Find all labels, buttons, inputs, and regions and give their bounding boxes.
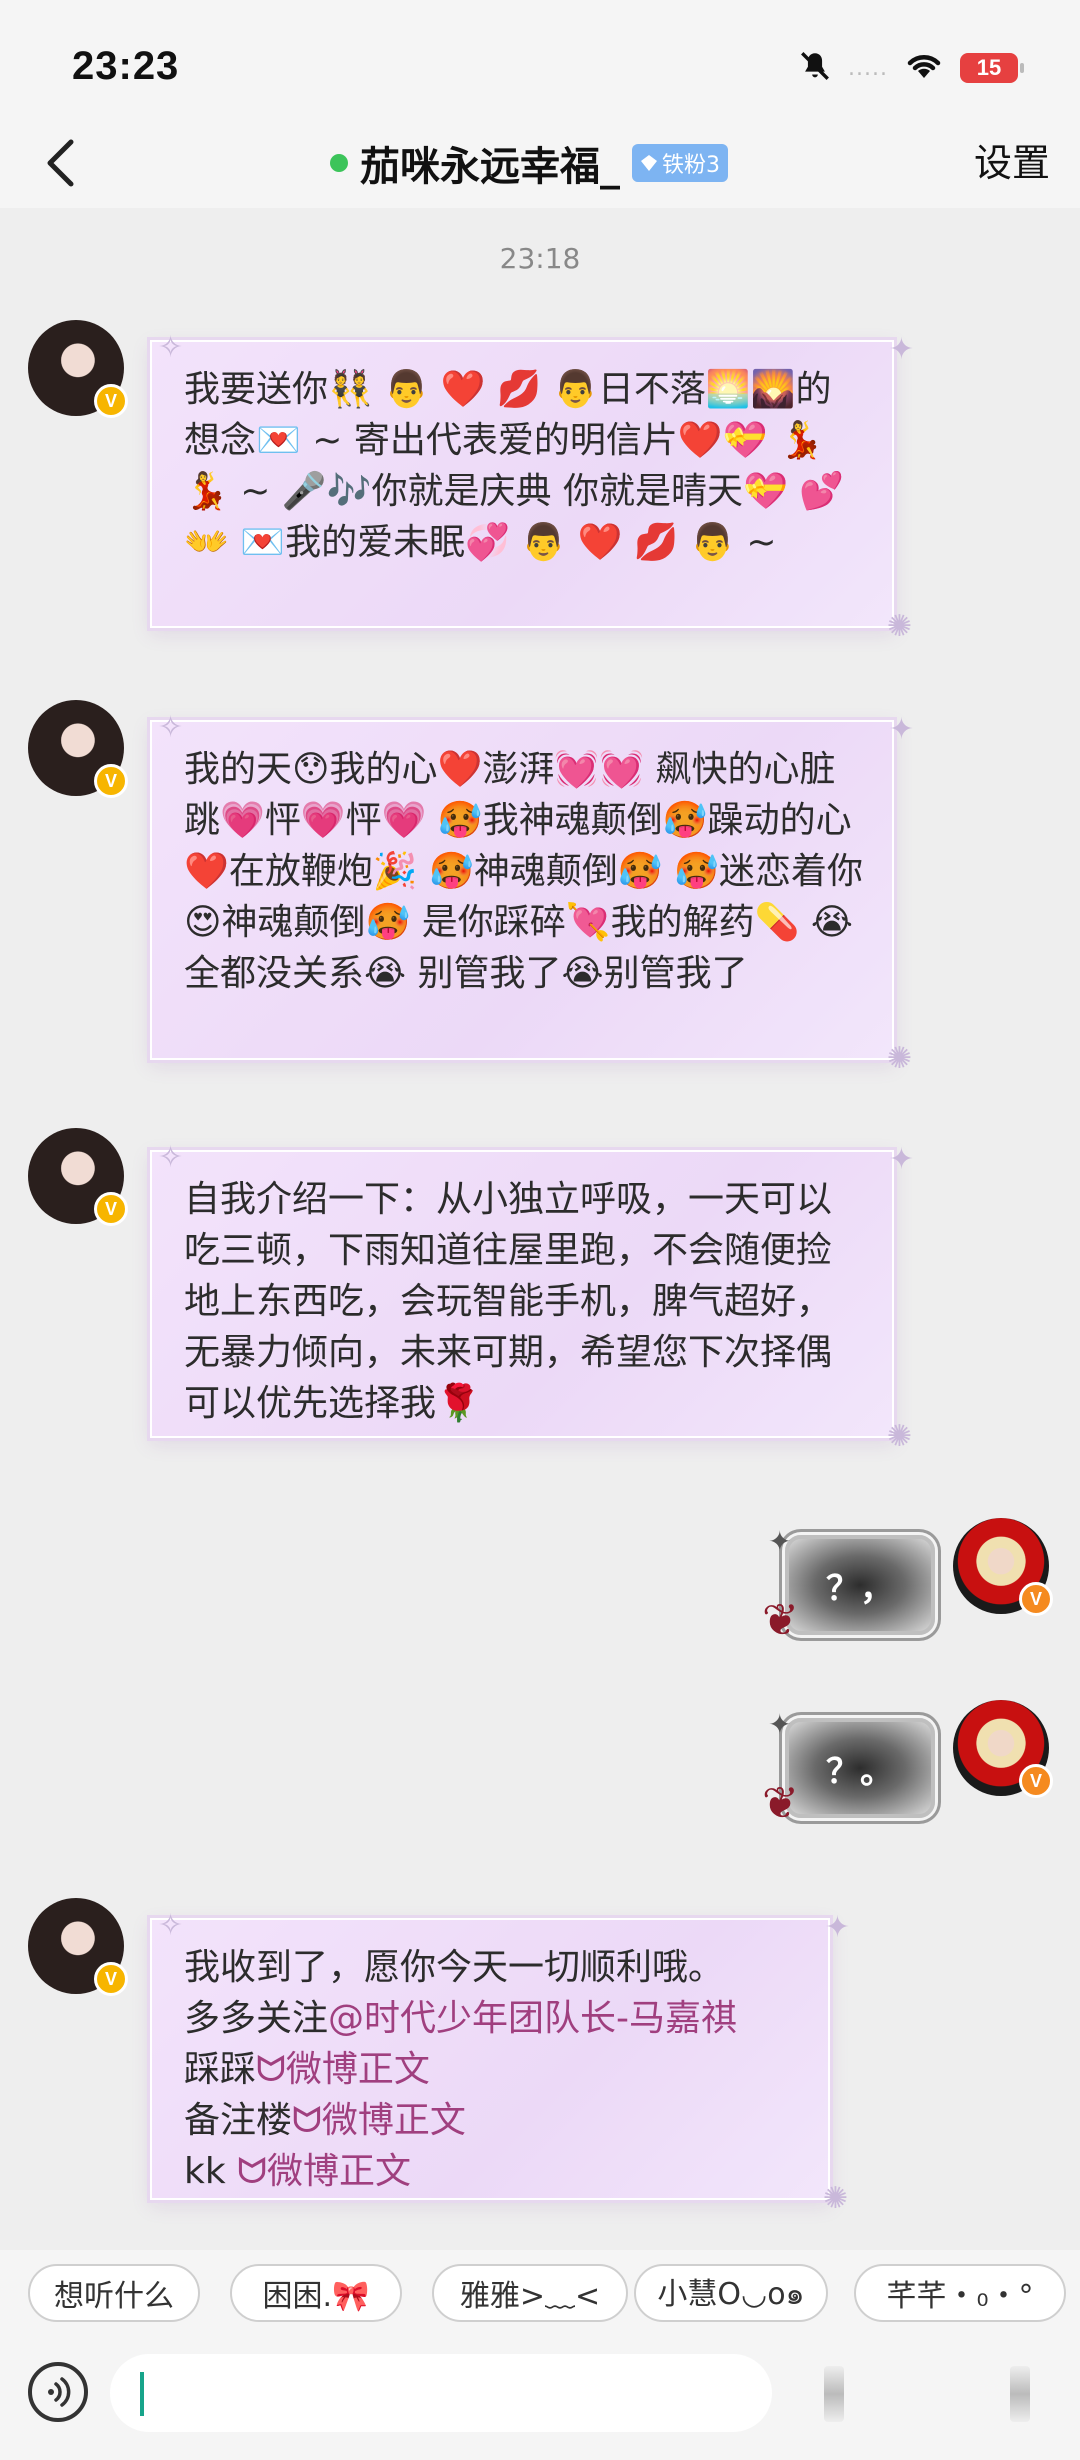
chat-timestamp: 23:18 (499, 242, 581, 275)
sparkle-icon: ✦ (824, 1910, 850, 1945)
battery-icon: 15 (960, 53, 1024, 83)
message-input[interactable] (110, 2354, 772, 2432)
avatar[interactable]: V (28, 700, 128, 798)
message-text: 我的天😯我的心❤️澎湃💓💓 飙快的心脏跳💗怦💗怦💗 🥵我神魂颠倒🥵躁动的心❤️在… (184, 749, 864, 994)
message-text: kk (184, 2151, 238, 2192)
avatar[interactable]: V (28, 1898, 128, 1996)
message-text: 我要送你👯 👨 ❤️ 💋 👨日不落🌅🌄的想念💌 ~ 寄出代表爱的明信片❤️💝 💃… (184, 369, 845, 563)
sticker-message[interactable]: ？。 (785, 1718, 935, 1818)
sparkle-icon: ✧ (158, 1140, 184, 1175)
input-bar (0, 2346, 1080, 2460)
quick-reply-chip[interactable]: 雅雅>﹏< (432, 2264, 628, 2322)
sparkle-icon: ✦ (888, 332, 914, 367)
link-loop-icon: ᗢ (292, 2100, 322, 2141)
settings-button[interactable]: 设置 (974, 132, 1050, 187)
verified-badge-icon: V (1019, 1582, 1053, 1616)
message-line: 踩踩ᗢ微博正文 (184, 2044, 800, 2095)
sparkle-icon: ✦ (888, 1142, 914, 1177)
sparkle-icon: ✦ (768, 1708, 792, 1741)
diamond-icon (641, 155, 657, 171)
message-line: 备注楼ᗢ微博正文 (184, 2095, 800, 2146)
link-loop-icon: ᗢ (256, 2049, 286, 2090)
user-mention-link[interactable]: @时代少年团队长-马嘉祺 (328, 1998, 737, 2039)
weibo-link[interactable]: ᗢ微博正文 (292, 2100, 466, 2141)
sparkle-icon: ✧ (158, 1908, 184, 1943)
sparkle-icon: ✧ (158, 710, 184, 745)
avatar[interactable]: V (28, 1128, 128, 1226)
text-caret (140, 2372, 144, 2416)
emoji-button[interactable] (824, 2366, 844, 2422)
verified-badge-icon: V (94, 1962, 128, 1996)
message-text: 备注楼 (184, 2100, 293, 2141)
message-line: 多多关注@时代少年团队长-马嘉祺 (184, 1993, 800, 2044)
page-title: 茄咪永远幸福_ (360, 144, 620, 190)
verified-badge-icon: V (94, 384, 128, 418)
verified-badge-icon: V (1019, 1764, 1053, 1798)
voice-input-button[interactable] (28, 2362, 88, 2422)
link-loop-icon: ᗢ (237, 2151, 268, 2192)
chat-header: 茄咪永远幸福_ 铁粉3 设置 (0, 118, 1080, 208)
verified-badge-icon: V (94, 1192, 128, 1226)
fan-level-label: 铁粉3 (662, 153, 720, 178)
online-status-dot (330, 154, 348, 172)
signal-icon: ..... (848, 55, 888, 81)
sparkle-icon: ✺ (822, 2181, 848, 2216)
message-text: 自我介绍一下：从小独立呼吸，一天可以吃三顿，下雨知道往屋里跑，不会随便捡地上东西… (184, 1179, 833, 1424)
quick-reply-bar: 想听什么 困困.🎀 雅雅>﹏< 小慧O◡o๑ 芊芊・₀・° (0, 2250, 1080, 2346)
status-bar: 23:23 ..... 15 (0, 0, 1080, 130)
back-button[interactable] (30, 130, 90, 196)
quick-reply-chip[interactable]: 想听什么 (28, 2264, 200, 2322)
chevron-left-icon (47, 139, 74, 187)
more-button[interactable] (1010, 2366, 1030, 2422)
status-time: 23:23 (72, 44, 180, 88)
avatar[interactable]: V (28, 320, 128, 418)
sparkle-icon: ✺ (886, 1041, 912, 1076)
weibo-link[interactable]: ᗢ微博正文 (237, 2151, 411, 2192)
status-icons: ..... 15 (798, 48, 1024, 88)
avatar[interactable]: V (953, 1518, 1053, 1616)
message-text: 多多关注 (184, 1998, 329, 2039)
quick-reply-chip[interactable]: 小慧O◡o๑ (634, 2264, 828, 2322)
message-text: 踩踩 (184, 2049, 257, 2090)
rose-decoration-icon: ❦ (762, 1595, 799, 1646)
voice-wave-icon (48, 2377, 71, 2407)
quick-reply-chip[interactable]: 困困.🎀 (230, 2264, 402, 2322)
sticker-text: ？。 (826, 1752, 894, 1791)
wifi-icon (904, 50, 944, 86)
message-line: kk ᗢ微博正文 (184, 2146, 800, 2197)
sparkle-icon: ✺ (886, 1419, 912, 1454)
sparkle-icon: ✺ (886, 609, 912, 644)
avatar[interactable]: V (953, 1700, 1053, 1798)
rose-decoration-icon: ❦ (762, 1778, 799, 1829)
message-bubble[interactable]: ✧ ✦ ✺ 自我介绍一下：从小独立呼吸，一天可以吃三顿，下雨知道往屋里跑，不会随… (150, 1140, 914, 1454)
quick-reply-chip[interactable]: 芊芊・₀・° (854, 2264, 1066, 2322)
weibo-link[interactable]: ᗢ微博正文 (256, 2049, 430, 2090)
message-bubble[interactable]: ✧ ✦ ✺ 我的天😯我的心❤️澎湃💓💓 飙快的心脏跳💗怦💗怦💗 🥵我神魂颠倒🥵躁… (150, 710, 914, 1076)
sparkle-icon: ✦ (888, 712, 914, 747)
sparkle-icon: ✧ (158, 330, 184, 365)
verified-badge-icon: V (94, 764, 128, 798)
sticker-text: ？， (826, 1569, 894, 1608)
fan-level-badge: 铁粉3 (632, 144, 728, 182)
sparkle-icon: ✦ (768, 1525, 792, 1558)
sticker-message[interactable]: ？， (785, 1535, 935, 1635)
mute-bell-icon (798, 49, 832, 87)
message-bubble[interactable]: ✧ ✦ ✺ 我收到了，愿你今天一切顺利哦。 多多关注@时代少年团队长-马嘉祺 踩… (150, 1908, 850, 2216)
message-bubble[interactable]: ✧ ✦ ✺ 我要送你👯 👨 ❤️ 💋 👨日不落🌅🌄的想念💌 ~ 寄出代表爱的明信… (150, 330, 914, 644)
header-title-group[interactable]: 茄咪永远幸福_ 铁粉3 (330, 132, 728, 194)
message-line: 我收到了，愿你今天一切顺利哦。 (184, 1947, 725, 1988)
